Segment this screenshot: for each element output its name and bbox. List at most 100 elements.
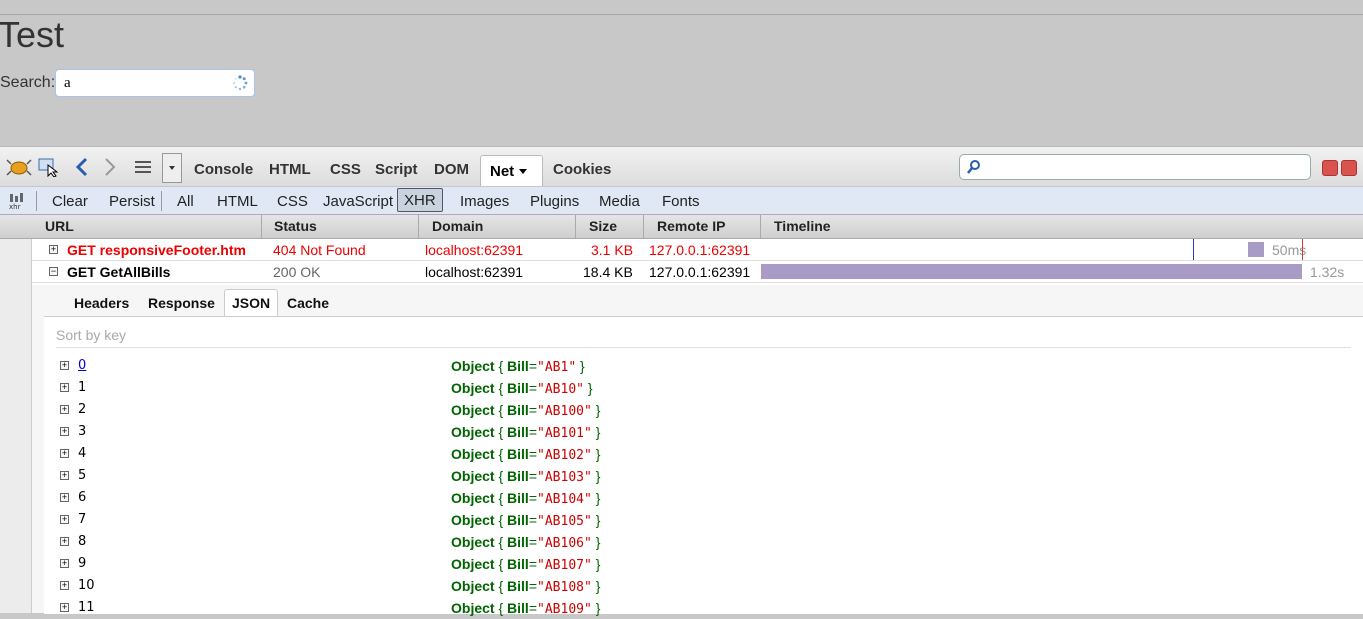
expand-icon[interactable]: + bbox=[60, 361, 69, 370]
json-row[interactable]: +4 Object { Bill="AB102" } bbox=[44, 443, 1363, 465]
search-box[interactable] bbox=[55, 69, 255, 97]
property-key: Bill bbox=[507, 446, 529, 462]
column-size[interactable]: Size bbox=[589, 218, 617, 234]
close-brace: } bbox=[580, 358, 585, 374]
persist-button[interactable]: Persist bbox=[109, 193, 155, 210]
filter-plugins[interactable]: Plugins bbox=[530, 193, 579, 210]
json-row[interactable]: +6 Object { Bill="AB104" } bbox=[44, 487, 1363, 509]
tab-script[interactable]: Script bbox=[375, 161, 418, 178]
chevron-down-icon bbox=[169, 166, 175, 170]
detail-tab-headers[interactable]: Headers bbox=[74, 295, 129, 311]
clear-button[interactable]: Clear bbox=[52, 193, 88, 210]
collapse-icon[interactable]: − bbox=[49, 267, 58, 276]
filter-javascript[interactable]: JavaScript bbox=[323, 193, 393, 210]
filter-css[interactable]: CSS bbox=[277, 193, 308, 210]
json-key: 10 bbox=[78, 578, 95, 593]
expand-icon[interactable]: + bbox=[60, 515, 69, 524]
firebug-bug-icon[interactable] bbox=[6, 157, 32, 177]
json-key: 6 bbox=[78, 490, 87, 505]
filter-fonts[interactable]: Fonts bbox=[662, 193, 700, 210]
menu-icon[interactable] bbox=[132, 157, 154, 177]
search-input[interactable] bbox=[64, 75, 224, 92]
column-remote-ip[interactable]: Remote IP bbox=[657, 218, 725, 234]
column-timeline[interactable]: Timeline bbox=[774, 218, 831, 234]
request-row-get-all-bills[interactable]: − GET GetAllBills 200 OK localhost:62391… bbox=[32, 261, 1363, 283]
json-row[interactable]: +8 Object { Bill="AB106" } bbox=[44, 531, 1363, 553]
json-object-summary: Object { Bill="AB100" } bbox=[451, 402, 600, 419]
tab-net[interactable]: Net bbox=[480, 155, 543, 187]
tab-html[interactable]: HTML bbox=[269, 161, 311, 178]
back-icon[interactable] bbox=[74, 157, 90, 177]
detail-tab-response[interactable]: Response bbox=[148, 295, 215, 311]
filter-media[interactable]: Media bbox=[599, 193, 640, 210]
object-label: Object bbox=[451, 446, 495, 462]
json-row[interactable]: +0 Object { Bill="AB1" } bbox=[44, 355, 1363, 377]
column-status[interactable]: Status bbox=[274, 218, 317, 234]
equals-sign: = bbox=[528, 380, 538, 396]
tab-css[interactable]: CSS bbox=[330, 161, 361, 178]
timeline-bar bbox=[761, 264, 1302, 279]
equals-sign: = bbox=[528, 600, 538, 616]
property-value: "AB1" bbox=[537, 360, 577, 375]
tab-dom[interactable]: DOM bbox=[434, 161, 469, 178]
json-row[interactable]: +1 Object { Bill="AB10" } bbox=[44, 377, 1363, 399]
filter-images[interactable]: Images bbox=[460, 193, 509, 210]
tab-cookies[interactable]: Cookies bbox=[553, 161, 611, 178]
request-url: GET GetAllBills bbox=[67, 264, 171, 280]
filter-html[interactable]: HTML bbox=[217, 193, 258, 210]
expand-icon[interactable]: + bbox=[60, 581, 69, 590]
expand-icon[interactable]: + bbox=[60, 559, 69, 568]
detail-tab-cache[interactable]: Cache bbox=[287, 295, 329, 311]
open-brace: { bbox=[498, 358, 504, 374]
inspect-icon[interactable] bbox=[38, 157, 60, 177]
property-value: "AB103" bbox=[537, 470, 592, 485]
json-row[interactable]: +5 Object { Bill="AB103" } bbox=[44, 465, 1363, 487]
expand-icon[interactable]: + bbox=[60, 471, 69, 480]
property-value: "AB10" bbox=[537, 382, 584, 397]
json-row[interactable]: +11 Object { Bill="AB109" } bbox=[44, 597, 1363, 619]
expand-icon[interactable]: + bbox=[60, 537, 69, 546]
property-key: Bill bbox=[507, 490, 529, 506]
expand-icon[interactable]: + bbox=[49, 245, 58, 254]
firebug-search-input[interactable] bbox=[986, 159, 1300, 176]
dropdown-button[interactable] bbox=[162, 153, 182, 183]
json-object-summary: Object { Bill="AB10" } bbox=[451, 380, 593, 397]
json-key: 3 bbox=[78, 424, 87, 439]
filter-xhr[interactable]: XHR bbox=[397, 188, 443, 212]
expand-icon[interactable]: + bbox=[60, 493, 69, 502]
json-row[interactable]: +10 Object { Bill="AB108" } bbox=[44, 575, 1363, 597]
open-brace: { bbox=[498, 534, 504, 550]
filter-all[interactable]: All bbox=[177, 193, 194, 210]
xhr-breakpoint-icon[interactable]: xhr bbox=[8, 192, 26, 210]
detail-tab-json[interactable]: JSON bbox=[224, 289, 279, 317]
close-icon[interactable] bbox=[1341, 160, 1357, 176]
expand-icon[interactable]: + bbox=[60, 427, 69, 436]
property-key: Bill bbox=[507, 380, 529, 396]
firebug-search-box[interactable] bbox=[959, 154, 1311, 180]
object-label: Object bbox=[451, 512, 495, 528]
object-label: Object bbox=[451, 424, 495, 440]
left-gutter bbox=[0, 239, 32, 613]
close-brace: } bbox=[595, 424, 601, 440]
json-row[interactable]: +3 Object { Bill="AB101" } bbox=[44, 421, 1363, 443]
object-label: Object bbox=[451, 490, 495, 506]
column-domain[interactable]: Domain bbox=[432, 218, 483, 234]
property-value: "AB102" bbox=[537, 448, 592, 463]
json-row[interactable]: +7 Object { Bill="AB105" } bbox=[44, 509, 1363, 531]
property-value: "AB101" bbox=[537, 426, 592, 441]
firebug-panel: Console HTML CSS Script DOM Net Cookies … bbox=[0, 146, 1363, 617]
forward-icon[interactable] bbox=[102, 157, 118, 177]
json-row[interactable]: +9 Object { Bill="AB107" } bbox=[44, 553, 1363, 575]
json-row[interactable]: +2 Object { Bill="AB100" } bbox=[44, 399, 1363, 421]
expand-icon[interactable]: + bbox=[60, 449, 69, 458]
expand-icon[interactable]: + bbox=[60, 405, 69, 414]
request-ip: 127.0.0.1:62391 bbox=[649, 242, 751, 258]
column-url[interactable]: URL bbox=[45, 218, 74, 234]
minimize-icon[interactable] bbox=[1322, 160, 1338, 176]
expand-icon[interactable]: + bbox=[60, 383, 69, 392]
tab-console[interactable]: Console bbox=[194, 161, 253, 178]
json-key[interactable]: 0 bbox=[78, 358, 86, 373]
expand-icon[interactable]: + bbox=[60, 603, 69, 612]
request-row-responsive-footer[interactable]: + GET responsiveFooter.htm 404 Not Found… bbox=[32, 239, 1363, 261]
sort-by-key-toggle[interactable]: Sort by key bbox=[56, 327, 126, 343]
